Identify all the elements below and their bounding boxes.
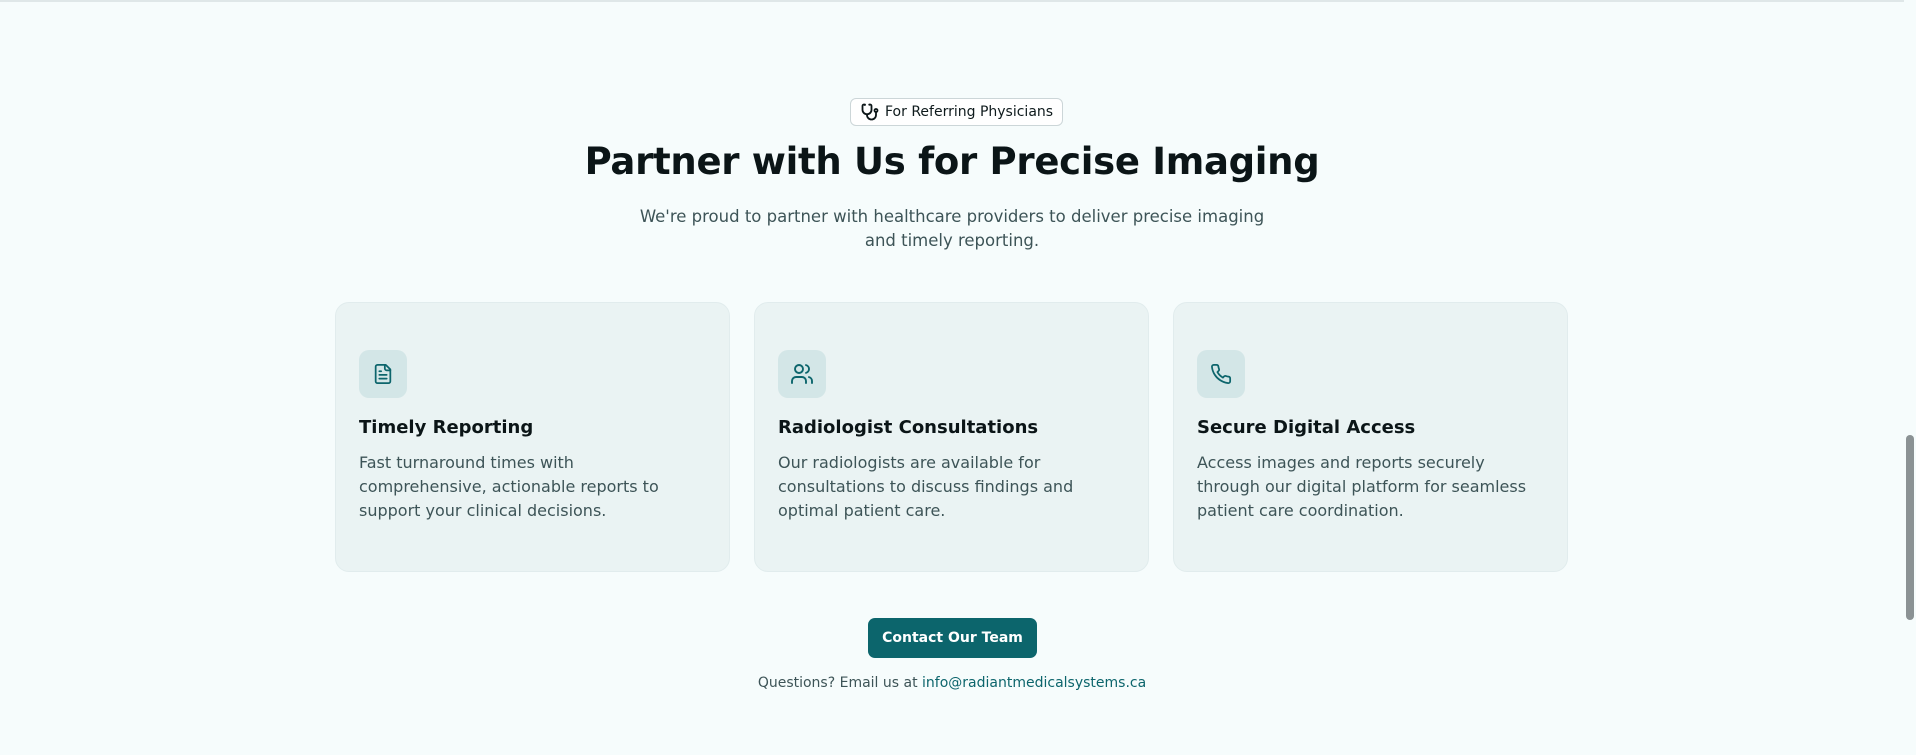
contact-line: Questions? Email us at info@radiantmedic…	[0, 675, 1904, 691]
feature-icon-box	[778, 350, 826, 398]
feature-card-description: Our radiologists are available for consu…	[778, 453, 1074, 520]
feature-card-timely-reporting: Timely Reporting Fast turnaround times w…	[335, 302, 730, 572]
scrollbar-thumb[interactable]	[1906, 435, 1914, 620]
feature-card-description: Access images and reports securely throu…	[1197, 453, 1527, 520]
section-badge: For Referring Physicians	[850, 98, 1064, 126]
feature-icon-box	[359, 350, 407, 398]
section-subtitle: We're proud to partner with healthcare p…	[639, 207, 1265, 250]
contact-email-link[interactable]: info@radiantmedicalsystems.ca	[922, 675, 1146, 691]
scrollbar-track[interactable]	[1904, 0, 1916, 755]
stethoscope-icon	[861, 103, 879, 121]
section-title: Partner with Us for Precise Imaging	[584, 140, 1320, 183]
feature-card-title: Secure Digital Access	[1197, 417, 1416, 438]
feature-card-title: Timely Reporting	[359, 417, 534, 438]
feature-card-description: Fast turnaround times with comprehensive…	[359, 453, 659, 520]
phone-icon	[1210, 363, 1232, 385]
section-badge-label: For Referring Physicians	[885, 104, 1054, 120]
contact-our-team-button[interactable]: Contact Our Team	[868, 618, 1037, 658]
file-text-icon	[372, 363, 394, 385]
feature-icon-box	[1197, 350, 1245, 398]
contact-prefix: Questions? Email us at	[757, 675, 918, 691]
feature-card-radiologist-consultations: Radiologist Consultations Our radiologis…	[754, 302, 1149, 572]
referring-physicians-section: For Referring Physicians Partner with Us…	[0, 0, 1904, 755]
users-icon	[790, 362, 814, 386]
feature-card-title: Radiologist Consultations	[778, 417, 1039, 438]
feature-card-secure-digital-access: Secure Digital Access Access images and …	[1173, 302, 1568, 572]
